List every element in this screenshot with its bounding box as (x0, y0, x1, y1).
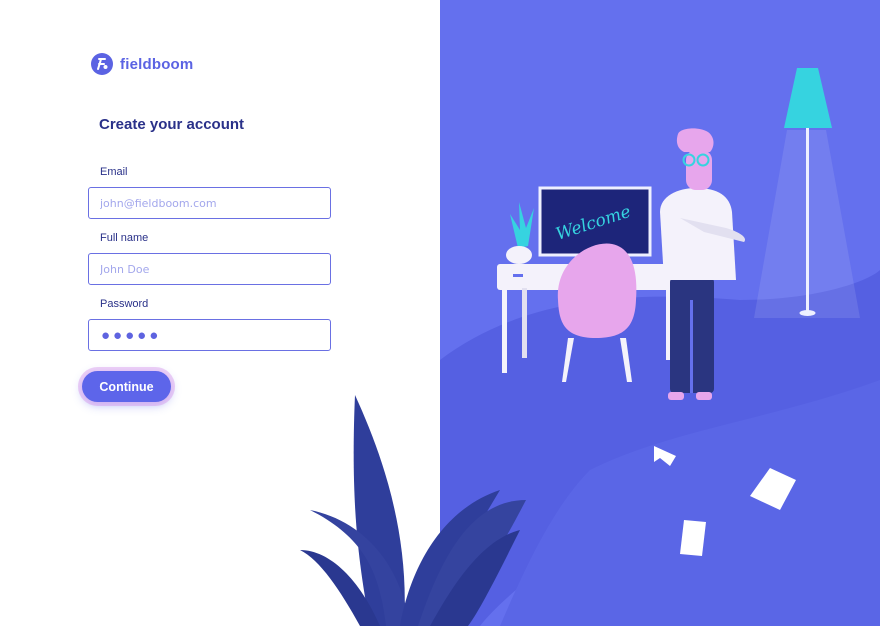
person-hair (676, 128, 714, 152)
person-shoe (696, 392, 712, 400)
full-name-label: Full name (100, 232, 149, 244)
brand-name: fieldboom (120, 55, 194, 73)
brand-logo[interactable]: fieldboom (91, 53, 193, 75)
lamp-base (799, 310, 816, 316)
desk-plant-pot (506, 246, 532, 264)
fieldboom-logo-icon (91, 53, 113, 75)
chair-back (557, 243, 637, 338)
lamp-pole (806, 124, 809, 314)
password-field[interactable] (88, 319, 331, 351)
desk-leg (522, 288, 527, 358)
foreground-plant (300, 395, 526, 626)
email-label: Email (100, 166, 128, 178)
person-shoe (668, 392, 684, 400)
page-title: Create your account (99, 116, 245, 133)
full-name-field[interactable] (88, 253, 331, 285)
paper-icon (680, 520, 706, 556)
person-legs-gap (690, 300, 693, 393)
password-label: Password (100, 298, 149, 310)
lamp-shade (784, 68, 832, 128)
email-field[interactable] (88, 187, 331, 219)
continue-button[interactable]: Continue (82, 371, 171, 402)
desk-drawer-handle (513, 274, 523, 277)
desk-leg (502, 288, 507, 373)
desk-plant-leaves (510, 202, 534, 248)
